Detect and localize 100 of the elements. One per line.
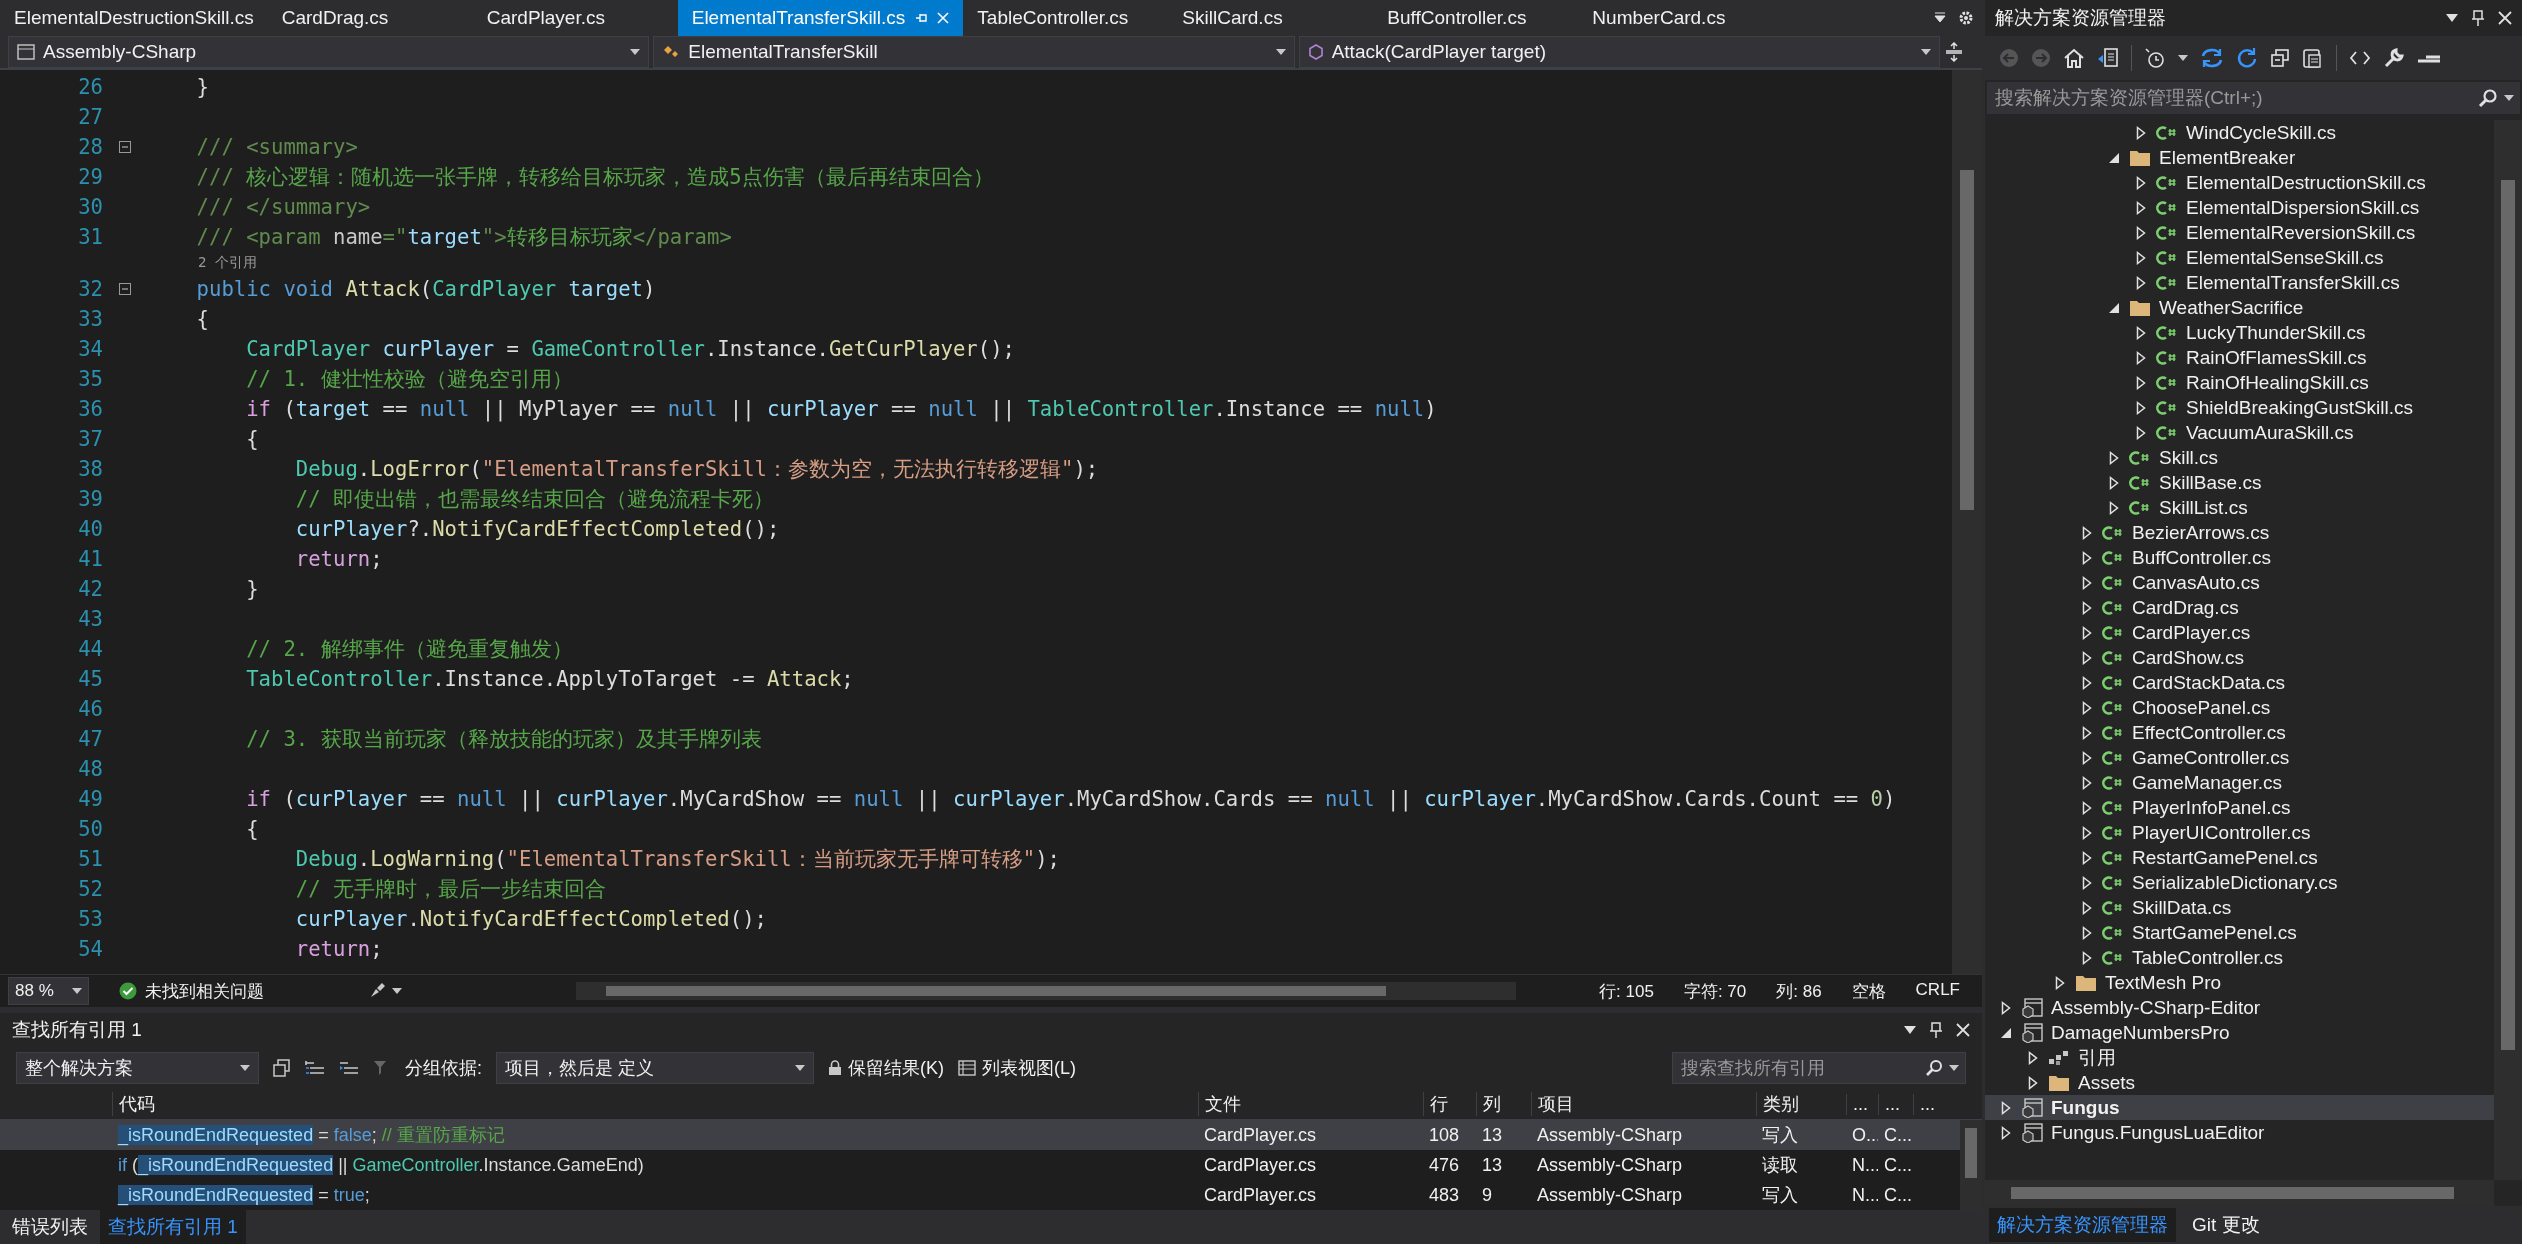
tree-item[interactable]: ShieldBreakingGustSkill.cs xyxy=(1985,395,2494,420)
column-header[interactable]: 类别 xyxy=(1756,1092,1846,1116)
tree-item[interactable]: StartGamePenel.cs xyxy=(1985,920,2494,945)
tree-item[interactable]: PlayerInfoPanel.cs xyxy=(1985,795,2494,820)
code-brackets-icon[interactable] xyxy=(2349,50,2371,66)
scrollbar-thumb[interactable] xyxy=(2011,1187,2454,1199)
collapsed-arrow-icon[interactable] xyxy=(2109,475,2119,490)
collapsed-arrow-icon[interactable] xyxy=(2082,700,2092,715)
dropdown-icon[interactable] xyxy=(2446,14,2458,22)
scrollbar-thumb[interactable] xyxy=(1965,1128,1977,1178)
wrench-icon[interactable] xyxy=(2383,47,2405,69)
panel-tab[interactable]: 查找所有引用 1 xyxy=(100,1210,246,1244)
vertical-scrollbar[interactable] xyxy=(2494,120,2522,1180)
collapsed-arrow-icon[interactable] xyxy=(2082,525,2092,540)
tree-item[interactable]: Fungus xyxy=(1985,1095,2494,1120)
tree-item[interactable]: ElementalSenseSkill.cs xyxy=(1985,245,2494,270)
list-view-button[interactable]: 列表视图(L) xyxy=(958,1056,1076,1080)
file-tab[interactable]: CardDrag.cs xyxy=(267,0,473,36)
scope-dropdown[interactable]: 整个解决方案 xyxy=(16,1052,259,1084)
tree-item[interactable]: RainOfFlamesSkill.cs xyxy=(1985,345,2494,370)
tree-item[interactable]: Assembly-CSharp-Editor xyxy=(1985,995,2494,1020)
collapsed-arrow-icon[interactable] xyxy=(2082,925,2092,940)
collapsed-arrow-icon[interactable] xyxy=(2136,125,2146,140)
result-row[interactable]: if (_isRoundEndRequested || GameController.Instance.GameEnd) CardPlayer.cs 476 13 Assembly-CSharp 读取 N... C... xyxy=(0,1150,1960,1180)
column-header[interactable]: ... xyxy=(1913,1093,1948,1115)
collapsed-arrow-icon[interactable] xyxy=(2001,1100,2011,1115)
tree-item[interactable]: TextMesh Pro xyxy=(1985,970,2494,995)
collapse-icon[interactable] xyxy=(119,141,131,153)
tree-item[interactable]: Assets xyxy=(1985,1070,2494,1095)
tree-item[interactable]: ElementalTransferSkill.cs xyxy=(1985,270,2494,295)
collapsed-arrow-icon[interactable] xyxy=(2055,975,2065,990)
collapse-all-icon[interactable] xyxy=(305,1060,325,1076)
tree-item[interactable]: ElementalReversionSkill.cs xyxy=(1985,220,2494,245)
collapsed-arrow-icon[interactable] xyxy=(2136,375,2146,390)
home-icon[interactable] xyxy=(2063,48,2085,68)
tree-item[interactable]: CardShow.cs xyxy=(1985,645,2494,670)
file-tab[interactable]: BuffController.cs xyxy=(1373,0,1579,36)
column-header[interactable]: 代码 xyxy=(112,1092,1198,1116)
column-header[interactable]: 行 xyxy=(1423,1092,1476,1116)
stacked-windows-icon[interactable] xyxy=(2270,48,2290,68)
copy-icon[interactable] xyxy=(273,1059,291,1077)
collapsed-arrow-icon[interactable] xyxy=(2136,425,2146,440)
collapsed-arrow-icon[interactable] xyxy=(2136,200,2146,215)
scrollbar-thumb[interactable] xyxy=(1960,170,1974,510)
collapsed-arrow-icon[interactable] xyxy=(2001,1000,2011,1015)
group-by-dropdown[interactable]: 项目，然后是 定义 xyxy=(496,1052,814,1084)
expanded-arrow-icon[interactable] xyxy=(2108,301,2120,314)
collapsed-arrow-icon[interactable] xyxy=(2109,500,2119,515)
collapsed-arrow-icon[interactable] xyxy=(2136,275,2146,290)
search-field[interactable]: 搜索解决方案资源管理器(Ctrl+;) xyxy=(1987,82,2520,114)
collapsed-arrow-icon[interactable] xyxy=(2082,600,2092,615)
tree-item[interactable]: ChoosePanel.cs xyxy=(1985,695,2494,720)
tree-item[interactable]: SkillBase.cs xyxy=(1985,470,2494,495)
column-header[interactable]: ... xyxy=(1846,1093,1878,1115)
search-field[interactable]: 搜索解决方案资源管理器(Ctrl+;) xyxy=(1993,86,2472,110)
zoom-dropdown[interactable]: 88 % xyxy=(8,977,89,1005)
document-switch-icon[interactable] xyxy=(2097,47,2119,69)
settings-icon[interactable] xyxy=(1958,10,1974,26)
tree-item[interactable]: BezierArrows.cs xyxy=(1985,520,2494,545)
column-header[interactable]: 项目 xyxy=(1531,1092,1756,1116)
tree-item[interactable]: WeatherSacrifice xyxy=(1985,295,2494,320)
tree-item[interactable]: TableController.cs xyxy=(1985,945,2494,970)
tree-item[interactable]: SkillData.cs xyxy=(1985,895,2494,920)
scrollbar-thumb[interactable] xyxy=(605,986,1386,996)
dropdown-icon[interactable] xyxy=(1904,1026,1916,1034)
collapsed-arrow-icon[interactable] xyxy=(2082,950,2092,965)
collapsed-arrow-icon[interactable] xyxy=(2082,550,2092,565)
horizontal-scrollbar[interactable] xyxy=(575,982,1516,1000)
panel-tab[interactable]: 错误列表 xyxy=(4,1210,96,1244)
close-icon[interactable] xyxy=(1956,1023,1970,1037)
tree-item[interactable]: RestartGamePenel.cs xyxy=(1985,845,2494,870)
expanded-arrow-icon[interactable] xyxy=(2000,1026,2012,1039)
collapsed-arrow-icon[interactable] xyxy=(2136,400,2146,415)
collapsed-arrow-icon[interactable] xyxy=(2136,175,2146,190)
pin-icon[interactable] xyxy=(2472,10,2484,26)
pin-icon[interactable] xyxy=(1930,1022,1942,1038)
project-dropdown[interactable]: Assembly-CSharp xyxy=(8,36,650,68)
tree-item[interactable]: GameManager.cs xyxy=(1985,770,2494,795)
search-icon[interactable] xyxy=(1925,1059,1943,1077)
collapsed-arrow-icon[interactable] xyxy=(2136,350,2146,365)
keep-results-button[interactable]: 保留结果(K) xyxy=(828,1056,944,1080)
column-header[interactable]: ... xyxy=(1878,1093,1913,1115)
file-tab[interactable]: TableController.cs xyxy=(963,0,1169,36)
tree-item[interactable]: GameController.cs xyxy=(1985,745,2494,770)
type-dropdown[interactable]: ElementalTransferSkill xyxy=(653,36,1295,68)
column-header[interactable]: 列 xyxy=(1476,1092,1531,1116)
close-icon[interactable] xyxy=(2498,11,2512,25)
panel-tab[interactable]: Git 更改 xyxy=(2184,1208,2268,1242)
tree-item[interactable]: ElementalDestructionSkill.cs xyxy=(1985,170,2494,195)
tree-item[interactable]: SkillList.cs xyxy=(1985,495,2494,520)
tree-item[interactable]: CanvasAuto.cs xyxy=(1985,570,2494,595)
tree-item[interactable]: CardStackData.cs xyxy=(1985,670,2494,695)
collapsed-arrow-icon[interactable] xyxy=(2082,850,2092,865)
column-header[interactable]: 文件 xyxy=(1198,1092,1423,1116)
vertical-scrollbar[interactable] xyxy=(1960,1120,1982,1210)
collapsed-arrow-icon[interactable] xyxy=(2136,250,2146,265)
collapse-icon[interactable] xyxy=(119,283,131,295)
file-tab[interactable]: NumberCard.cs xyxy=(1578,0,1784,36)
tree-item[interactable]: Skill.cs xyxy=(1985,445,2494,470)
tree-item[interactable]: VacuumAuraSkill.cs xyxy=(1985,420,2494,445)
